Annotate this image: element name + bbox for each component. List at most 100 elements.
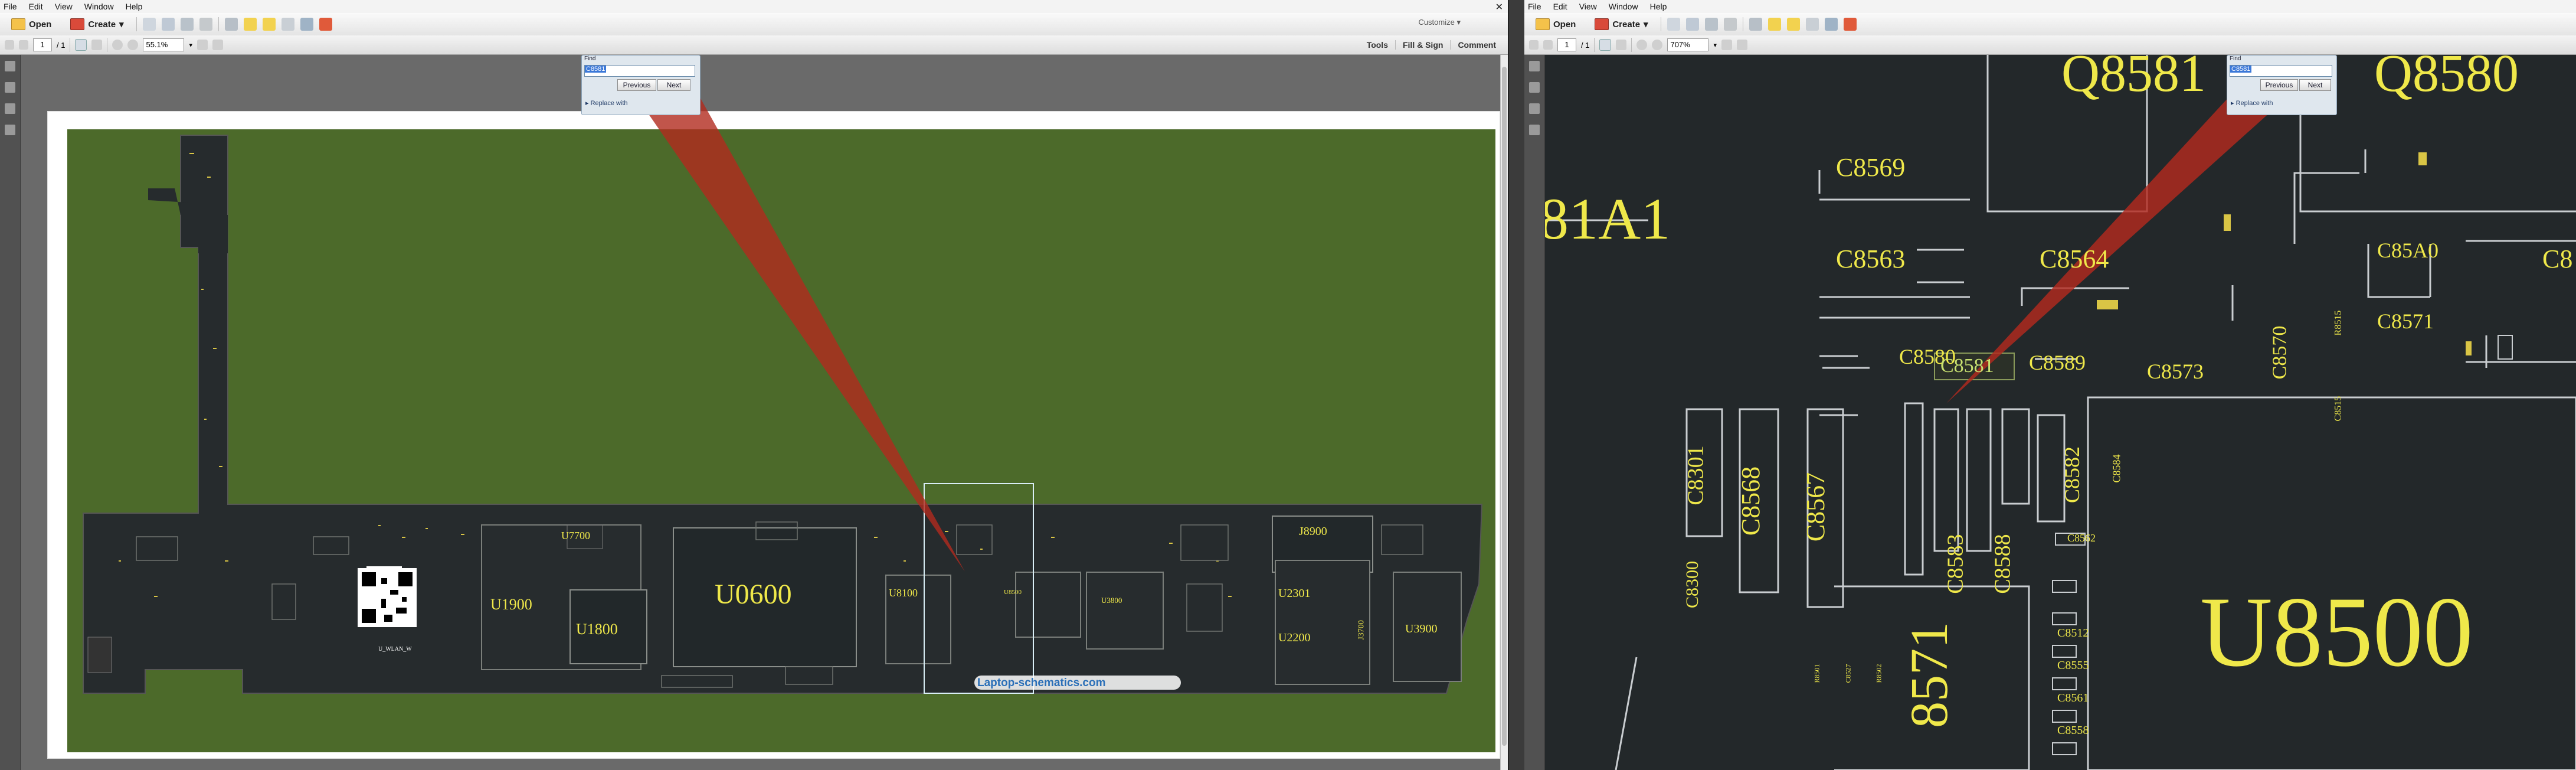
menu-file[interactable]: File xyxy=(4,2,17,11)
zoom-in-icon[interactable] xyxy=(127,40,139,50)
comment-link[interactable]: Comment xyxy=(1450,40,1503,50)
sign-icon[interactable] xyxy=(319,18,332,31)
bookmark-icon[interactable] xyxy=(5,82,15,93)
replace-with-toggle[interactable]: ▸ Replace with xyxy=(585,99,628,107)
print-icon[interactable] xyxy=(180,18,194,31)
full-screen-icon[interactable] xyxy=(1737,40,1747,50)
menu-edit[interactable]: Edit xyxy=(1553,2,1567,11)
comment-icon[interactable] xyxy=(1767,18,1781,31)
hand-tool-icon[interactable] xyxy=(1616,40,1627,50)
menu-file[interactable]: File xyxy=(1528,2,1541,11)
prev-page-icon[interactable] xyxy=(5,40,14,50)
menu-view[interactable]: View xyxy=(55,2,73,11)
upload-icon[interactable] xyxy=(1685,18,1699,31)
save-icon[interactable] xyxy=(142,18,156,31)
next-page-icon[interactable] xyxy=(19,40,28,50)
fill-sign-link[interactable]: Fill & Sign xyxy=(1395,40,1450,50)
menu-view[interactable]: View xyxy=(1579,2,1597,11)
label-c8567: C8567 xyxy=(1801,472,1831,542)
zoom-out-icon[interactable] xyxy=(1636,40,1648,50)
menu-edit[interactable]: Edit xyxy=(29,2,43,11)
fit-page-icon[interactable] xyxy=(197,40,208,50)
email-icon[interactable] xyxy=(1723,18,1737,31)
full-screen-icon[interactable] xyxy=(212,40,223,50)
print-icon[interactable] xyxy=(1704,18,1718,31)
customize-label: Customize xyxy=(1418,18,1455,27)
prev-page-icon[interactable] xyxy=(1529,40,1539,50)
pages-icon[interactable] xyxy=(1529,61,1540,71)
menu-window[interactable]: Window xyxy=(1609,2,1638,11)
label-c8300: C8300 xyxy=(1683,560,1703,609)
save-icon[interactable] xyxy=(1667,18,1680,31)
label-c8581-found: C8581 xyxy=(1940,355,1994,377)
label-r8501: R8501 xyxy=(1812,664,1821,683)
settings-icon[interactable] xyxy=(224,18,238,31)
customize-menu[interactable]: Customize ▾ xyxy=(1418,18,1461,27)
sign-icon[interactable] xyxy=(1843,18,1857,31)
navigation-pane-right xyxy=(1524,55,1545,770)
highlight-icon[interactable] xyxy=(1786,18,1800,31)
next-page-icon[interactable] xyxy=(1543,40,1553,50)
find-input[interactable]: C8581 xyxy=(2230,65,2332,77)
zoom-input[interactable]: 55.1% xyxy=(143,38,185,51)
tools-link[interactable]: Tools xyxy=(1360,40,1395,50)
page-total: / 1 xyxy=(57,40,66,50)
upload-icon[interactable] xyxy=(161,18,175,31)
hand-tool-icon[interactable] xyxy=(91,40,103,50)
main-toolbar: Open Create ▾ xyxy=(0,13,1508,36)
find-input[interactable]: C8581 xyxy=(584,65,695,77)
page-number-input[interactable]: 1 xyxy=(33,38,52,51)
page-number-input[interactable]: 1 xyxy=(1557,38,1576,51)
chevron-down-icon[interactable]: ▾ xyxy=(1713,41,1717,49)
folder-icon xyxy=(1536,18,1550,30)
signature-icon[interactable] xyxy=(1529,125,1540,135)
create-button[interactable]: Create ▾ xyxy=(64,15,130,33)
document-view-zoomed[interactable]: Q8581 Q8580 81A1 C8569 C8563 C8564 C85A0… xyxy=(1545,55,2576,770)
previous-button[interactable]: Previous xyxy=(2260,79,2298,91)
comment-icon[interactable] xyxy=(243,18,257,31)
select-tool-icon[interactable] xyxy=(1599,39,1612,51)
right-acrobat-window: File Edit View Window Help Open Create ▾… xyxy=(1524,0,2576,770)
divider xyxy=(218,17,219,31)
stamp-icon[interactable] xyxy=(300,18,313,31)
label-c8515: C8515 xyxy=(2333,396,2343,422)
highlight-icon[interactable] xyxy=(262,18,276,31)
left-acrobat-window: File Edit View Window Help ✕ Open Create… xyxy=(0,0,1508,770)
attachment-icon[interactable] xyxy=(1529,103,1540,114)
pages-icon[interactable] xyxy=(5,61,15,71)
chevron-down-icon[interactable]: ▾ xyxy=(189,41,192,49)
attach-icon[interactable] xyxy=(1805,18,1819,31)
email-icon[interactable] xyxy=(199,18,212,31)
select-tool-icon[interactable] xyxy=(75,39,87,51)
open-button[interactable]: Open xyxy=(5,15,58,33)
attach-icon[interactable] xyxy=(281,18,294,31)
settings-icon[interactable] xyxy=(1749,18,1762,31)
vertical-scrollbar[interactable] xyxy=(1500,55,1508,770)
zoom-input[interactable]: 707% xyxy=(1667,38,1709,51)
signature-icon[interactable] xyxy=(5,125,15,135)
attachment-icon[interactable] xyxy=(5,103,15,114)
zoom-in-icon[interactable] xyxy=(1652,40,1663,50)
fit-page-icon[interactable] xyxy=(1721,40,1732,50)
zoom-out-icon[interactable] xyxy=(112,40,123,50)
create-label: Create xyxy=(88,19,116,30)
scroll-thumb[interactable] xyxy=(1502,67,1507,746)
find-dialog-right: Find C8581 Previous Next ▸ Replace with xyxy=(2227,55,2337,115)
next-button[interactable]: Next xyxy=(2299,79,2331,91)
previous-button[interactable]: Previous xyxy=(617,79,656,91)
menu-window[interactable]: Window xyxy=(84,2,114,11)
menu-help[interactable]: Help xyxy=(126,2,143,11)
close-icon[interactable]: ✕ xyxy=(1495,1,1503,13)
next-button[interactable]: Next xyxy=(657,79,690,91)
create-button[interactable]: Create ▾ xyxy=(1588,15,1654,33)
open-button[interactable]: Open xyxy=(1529,15,1582,33)
create-pdf-icon xyxy=(1595,18,1609,30)
document-view[interactable]: U0600 U1900 U1800 U7700 U8100 U2301 U220… xyxy=(21,55,1508,770)
menu-help[interactable]: Help xyxy=(1650,2,1667,11)
stamp-icon[interactable] xyxy=(1824,18,1838,31)
label-c8563: C8563 xyxy=(1836,244,1906,273)
divider xyxy=(1631,38,1632,52)
replace-with-toggle[interactable]: ▸ Replace with xyxy=(2231,99,2273,107)
bookmark-icon[interactable] xyxy=(1529,82,1540,93)
create-label: Create xyxy=(1612,19,1641,30)
